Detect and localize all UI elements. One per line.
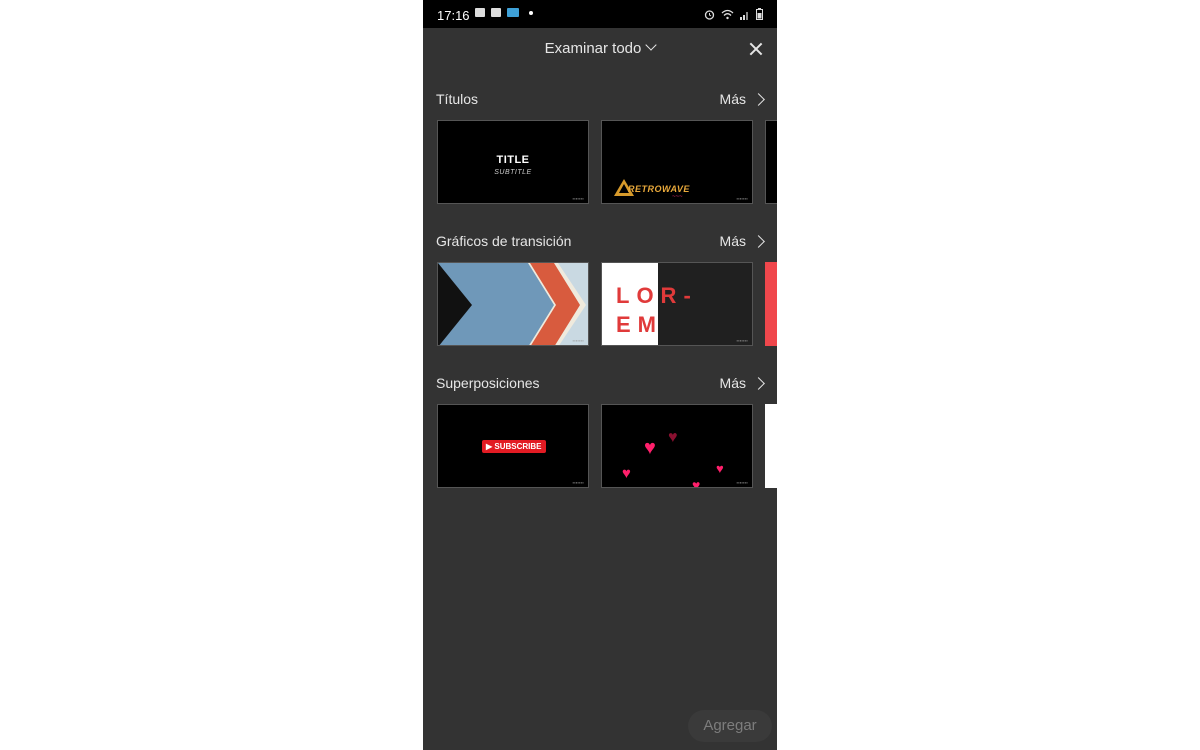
- card-main-text: TITLE: [496, 154, 530, 166]
- page-title: Examinar todo: [544, 40, 642, 57]
- more-notifications-icon: [529, 10, 533, 15]
- arrow-transition-graphic: [438, 263, 588, 345]
- template-card-arrow-transition[interactable]: ▪▪▪▪▪▪▪: [437, 262, 589, 346]
- chevron-right-icon: [752, 92, 765, 106]
- card-row-overlays: ▶ SUBSCRIBE ▪▪▪▪▪▪▪ ♥ ♥ ♥ ♥ ♥ ▪▪▪▪▪▪▪: [437, 404, 777, 490]
- status-time: 17:16: [437, 8, 470, 23]
- alarm-icon: [704, 8, 715, 23]
- more-label: Más: [719, 233, 746, 249]
- card-sub-text: SUBTITLE: [494, 169, 532, 176]
- card-main-text: SUBSCRIBE: [494, 442, 542, 451]
- more-label: Más: [719, 375, 746, 391]
- template-card-subscribe[interactable]: ▶ SUBSCRIBE ▪▪▪▪▪▪▪: [437, 404, 589, 488]
- more-button-titles[interactable]: Más: [719, 91, 765, 107]
- card-watermark: ▪▪▪▪▪▪▪: [572, 480, 584, 485]
- template-card-partial[interactable]: [765, 262, 777, 346]
- section-title: Superposiciones: [436, 375, 540, 391]
- card-watermark: ▪▪▪▪▪▪▪: [736, 338, 748, 343]
- section-header-titles: Títulos Más: [423, 88, 777, 112]
- section-title: Gráficos de transición: [436, 233, 572, 249]
- card-watermark: ▪▪▪▪▪▪▪: [736, 196, 748, 201]
- heart-icon: ♥: [716, 461, 724, 476]
- section-header-transitions: Gráficos de transición Más: [423, 230, 777, 254]
- header-bar: Examinar todo: [423, 28, 777, 72]
- carrier-icon: [491, 8, 501, 17]
- chevron-down-icon: [645, 39, 658, 51]
- heart-icon: ♥: [692, 477, 701, 488]
- more-button-transitions[interactable]: Más: [719, 233, 765, 249]
- signal-icon: [740, 8, 750, 23]
- card-watermark: ▪▪▪▪▪▪▪: [572, 196, 584, 201]
- chevron-right-icon: [752, 234, 765, 248]
- template-card-retrowave[interactable]: RETROWAVE ~~~ ▪▪▪▪▪▪▪: [601, 120, 753, 204]
- template-card-title[interactable]: TITLE SUBTITLE ▪▪▪▪▪▪▪: [437, 120, 589, 204]
- status-notification-icons: [475, 8, 533, 17]
- more-label: Más: [719, 91, 746, 107]
- heart-icon: ♥: [622, 465, 631, 482]
- section-header-overlays: Superposiciones Más: [423, 372, 777, 396]
- template-card-partial[interactable]: [765, 120, 777, 204]
- add-button[interactable]: Agregar: [688, 710, 772, 742]
- script-decoration: ~~~: [672, 194, 683, 200]
- card-watermark: ▪▪▪▪▪▪▪: [736, 480, 748, 485]
- battery-icon: [756, 8, 763, 23]
- subscribe-badge: ▶ SUBSCRIBE: [482, 440, 546, 453]
- close-icon[interactable]: [747, 40, 765, 58]
- template-card-partial[interactable]: [765, 404, 777, 488]
- section-title: Títulos: [436, 91, 479, 107]
- gallery-icon: [475, 8, 485, 17]
- card-watermark: ▪▪▪▪▪▪▪: [572, 338, 584, 343]
- app-notification-icon: [507, 8, 519, 17]
- template-card-lorem[interactable]: LOR- EM ▪▪▪▪▪▪▪: [601, 262, 753, 346]
- status-bar: 17:16: [423, 0, 777, 28]
- card-row-transitions: ▪▪▪▪▪▪▪ LOR- EM ▪▪▪▪▪▪▪: [437, 262, 777, 348]
- chevron-right-icon: [752, 376, 765, 390]
- card-main-text: RETROWAVE: [628, 184, 690, 194]
- browse-dropdown[interactable]: Examinar todo: [423, 39, 777, 57]
- card-main-text: LOR- EM: [616, 283, 698, 337]
- app-window: 17:16 Examinar todo Títulos Más TITLE SU…: [423, 0, 777, 750]
- wifi-icon: [721, 8, 734, 23]
- template-card-hearts[interactable]: ♥ ♥ ♥ ♥ ♥ ▪▪▪▪▪▪▪: [601, 404, 753, 488]
- status-system-icons: [704, 8, 763, 23]
- more-button-overlays[interactable]: Más: [719, 375, 765, 391]
- heart-icon: ♥: [644, 437, 656, 459]
- card-row-titles: TITLE SUBTITLE ▪▪▪▪▪▪▪ RETROWAVE ~~~ ▪▪▪…: [437, 120, 777, 206]
- heart-icon: ♥: [668, 429, 678, 446]
